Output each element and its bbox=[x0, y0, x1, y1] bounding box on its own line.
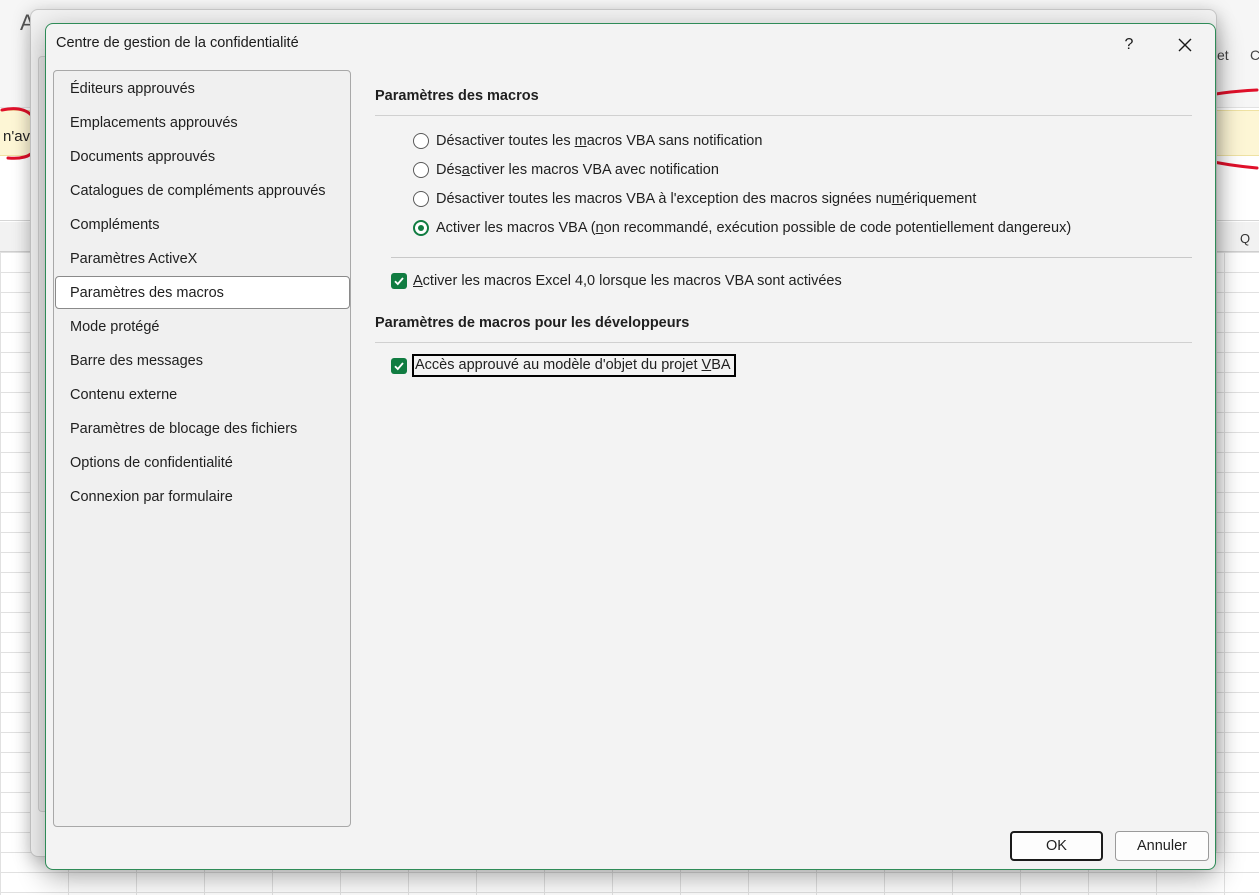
checkbox-excel4-macros[interactable]: Activer les macros Excel 4,0 lorsque les… bbox=[391, 273, 842, 289]
radio-label: Activer les macros VBA (non recommandé, … bbox=[436, 220, 1072, 236]
nav-item-documents-approuves[interactable]: Documents approuvés bbox=[70, 149, 215, 165]
column-letter: Q bbox=[1240, 231, 1251, 246]
nav-item-contenu-externe[interactable]: Contenu externe bbox=[70, 387, 177, 403]
nav-item-barre-messages[interactable]: Barre des messages bbox=[70, 353, 203, 369]
nav-item-catalogues-complements[interactable]: Catalogues de compléments approuvés bbox=[70, 183, 326, 199]
checkbox-label-focused: Accès approuvé au modèle d'objet du proj… bbox=[412, 354, 736, 377]
ok-button[interactable]: OK bbox=[1010, 831, 1103, 861]
radio-circle[interactable] bbox=[413, 191, 429, 207]
section-separator bbox=[375, 342, 1192, 343]
radio-disable-except-signed[interactable]: Désactiver toutes les macros VBA à l'exc… bbox=[413, 191, 976, 207]
nav-item-options-confidentialite[interactable]: Options de confidentialité bbox=[70, 455, 233, 471]
options-separator bbox=[391, 257, 1192, 258]
help-button[interactable]: ? bbox=[1108, 28, 1150, 62]
dialog-title: Centre de gestion de la confidentialité bbox=[56, 35, 299, 51]
nav-item-emplacements-approuves[interactable]: Emplacements approuvés bbox=[70, 115, 238, 131]
developer-settings-heading: Paramètres de macros pour les développeu… bbox=[375, 315, 690, 331]
checkmark-icon bbox=[394, 361, 404, 370]
radio-enable-all-macros[interactable]: Activer les macros VBA (non recommandé, … bbox=[413, 220, 1071, 236]
radio-circle[interactable] bbox=[413, 162, 429, 178]
section-separator bbox=[375, 115, 1192, 116]
close-button[interactable] bbox=[1164, 28, 1206, 62]
radio-label: Désactiver toutes les macros VBA à l'exc… bbox=[436, 191, 977, 207]
radio-disable-with-notification[interactable]: Désactiver les macros VBA avec notificat… bbox=[413, 162, 719, 178]
radio-label: Désactiver les macros VBA avec notificat… bbox=[436, 162, 719, 178]
ribbon-fragment-c: C bbox=[1250, 47, 1259, 63]
radio-label: Désactiver toutes les macros VBA sans no… bbox=[436, 133, 763, 149]
nav-item-parametres-activex[interactable]: Paramètres ActiveX bbox=[70, 251, 197, 267]
category-nav: Éditeurs approuvés Emplacements approuvé… bbox=[53, 70, 351, 827]
nav-item-mode-protege[interactable]: Mode protégé bbox=[70, 319, 159, 335]
nav-item-complements[interactable]: Compléments bbox=[70, 217, 159, 233]
nav-item-blocage-fichiers[interactable]: Paramètres de blocage des fichiers bbox=[70, 421, 297, 437]
checkbox-vba-project-access[interactable]: Accès approuvé au modèle d'objet du proj… bbox=[391, 354, 736, 377]
checkmark-icon bbox=[394, 277, 404, 286]
cancel-button[interactable]: Annuler bbox=[1115, 831, 1209, 861]
ribbon-fragment-et: et bbox=[1217, 47, 1229, 63]
checkbox-label: Activer les macros Excel 4,0 lorsque les… bbox=[413, 273, 842, 289]
checkbox-checked[interactable] bbox=[391, 273, 407, 289]
radio-circle-selected[interactable] bbox=[413, 220, 429, 236]
nav-item-editeurs-approuves[interactable]: Éditeurs approuvés bbox=[70, 81, 195, 97]
radio-disable-no-notification[interactable]: Désactiver toutes les macros VBA sans no… bbox=[413, 133, 762, 149]
checkbox-checked[interactable] bbox=[391, 357, 407, 374]
trust-center-dialog: Centre de gestion de la confidentialité … bbox=[45, 23, 1216, 870]
close-icon bbox=[1178, 38, 1192, 52]
nav-item-parametres-macros[interactable]: Paramètres des macros bbox=[70, 285, 224, 301]
radio-circle[interactable] bbox=[413, 133, 429, 149]
nav-item-connexion-formulaire[interactable]: Connexion par formulaire bbox=[70, 489, 233, 505]
macro-settings-heading: Paramètres des macros bbox=[375, 88, 539, 104]
message-bar-text: n'av bbox=[3, 128, 31, 145]
